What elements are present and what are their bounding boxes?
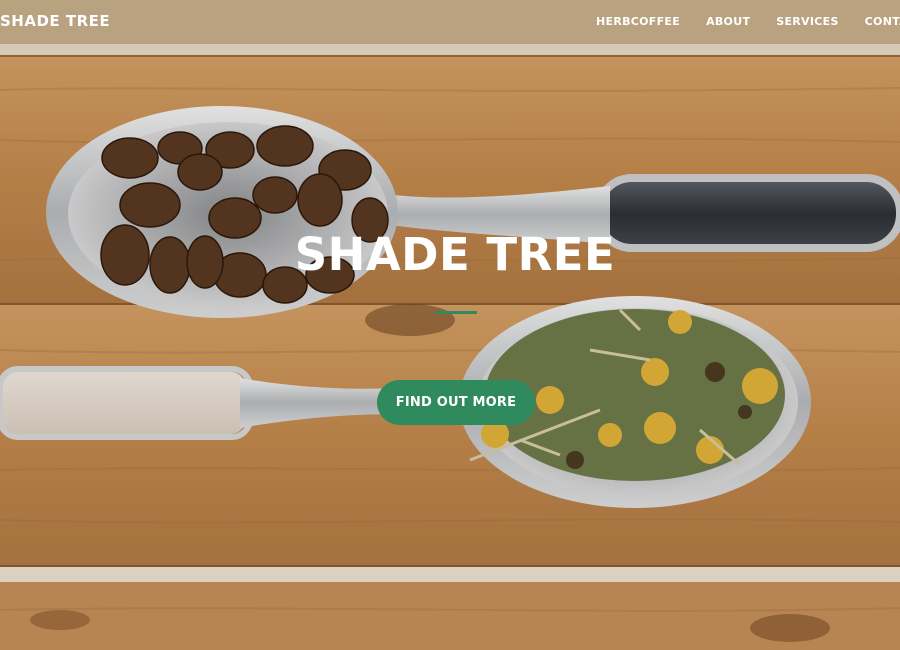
hero-title: SHADE TREE [294, 228, 616, 281]
hero-section: SHADE TREE HERBCOFFEE ABOUT SERVICES CON… [0, 0, 900, 650]
nav-links: HERBCOFFEE ABOUT SERVICES CONTACT [596, 15, 900, 28]
nav-link-services[interactable]: SERVICES [776, 15, 838, 28]
title-divider [435, 311, 477, 314]
find-out-more-button[interactable]: FIND OUT MORE [377, 380, 535, 425]
nav-link-contact[interactable]: CONTACT [865, 15, 900, 28]
nav-link-about[interactable]: ABOUT [706, 15, 750, 28]
nav-link-herbcoffee[interactable]: HERBCOFFEE [596, 15, 680, 28]
hero-background-image [0, 0, 900, 650]
brand-logo-link[interactable]: SHADE TREE [0, 12, 110, 30]
navbar: SHADE TREE HERBCOFFEE ABOUT SERVICES CON… [0, 0, 900, 44]
